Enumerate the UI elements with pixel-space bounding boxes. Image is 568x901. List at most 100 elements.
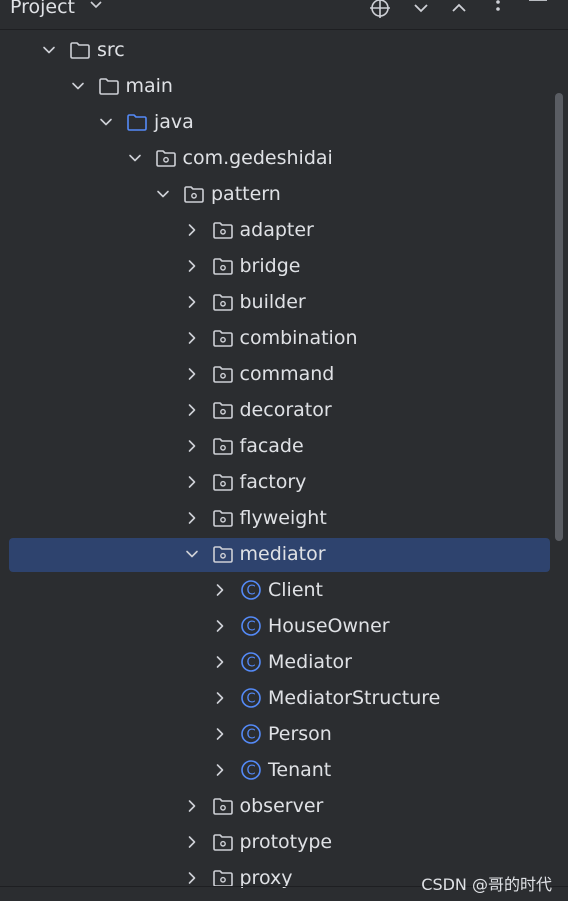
chevron-right-icon[interactable] [184,834,200,850]
tree-node-label: proxy [239,867,293,889]
chevron-right-icon[interactable] [184,222,200,238]
tree-node-client[interactable]: C Client [0,572,568,608]
tree-node-flyweight[interactable]: flyweight [0,500,568,536]
package-icon [212,471,234,493]
tree-node-label: HouseOwner [268,615,390,637]
chevron-right-icon[interactable] [184,438,200,454]
chevron-right-icon[interactable] [184,258,200,274]
tree-node-houseowner[interactable]: C HouseOwner [0,608,568,644]
tree-node-tenant[interactable]: C Tenant [0,752,568,788]
svg-text:C: C [246,620,255,635]
expand-all-icon[interactable] [409,0,433,20]
class-icon: C [240,615,262,637]
tree-node-label: prototype [239,831,333,853]
folder-icon [126,111,148,133]
locate-icon[interactable] [368,0,392,20]
tree-node-label: pattern [211,183,281,205]
package-icon [212,363,234,385]
class-icon: C [240,759,262,781]
chevron-right-icon[interactable] [184,366,200,382]
tree-node-java[interactable]: java [0,104,568,140]
tree-node-observer[interactable]: observer [0,788,568,824]
tree-node-pattern[interactable]: pattern [0,176,568,212]
tree-node-label: command [239,363,335,385]
package-icon [155,147,177,169]
project-panel: Project src main java com.gedeshidai pattern… [0,0,568,901]
chevron-right-icon[interactable] [184,402,200,418]
package-icon [212,219,234,241]
more-icon[interactable] [486,0,510,20]
tree-node-label: adapter [239,219,314,241]
svg-text:C: C [246,656,255,671]
chevron-right-icon[interactable] [212,654,228,670]
svg-text:C: C [246,692,255,707]
tree-node-label: Mediator [268,651,352,673]
tree-node-facade[interactable]: facade [0,428,568,464]
chevron-right-icon[interactable] [212,690,228,706]
chevron-down-icon[interactable] [155,186,171,202]
tree-node-builder[interactable]: builder [0,284,568,320]
tree-node-main[interactable]: main [0,68,568,104]
project-title[interactable]: Project [10,0,75,18]
chevron-right-icon[interactable] [184,330,200,346]
tree-node-com-gedeshidai[interactable]: com.gedeshidai [0,140,568,176]
svg-text:C: C [246,728,255,743]
tree-node-prototype[interactable]: prototype [0,824,568,860]
minimize-icon[interactable] [526,0,550,20]
chevron-down-icon[interactable] [184,546,200,562]
chevron-right-icon[interactable] [212,582,228,598]
chevron-right-icon[interactable] [212,762,228,778]
chevron-right-icon[interactable] [212,618,228,634]
tree-node-label: com.gedeshidai [182,147,333,169]
project-tool-window-header: Project [0,0,568,30]
chevron-down-icon[interactable] [127,150,143,166]
chevron-down-icon[interactable] [98,114,114,130]
tree-node-factory[interactable]: factory [0,464,568,500]
chevron-down-icon[interactable] [41,42,57,58]
tree-node-label: Tenant [268,759,332,781]
svg-text:C: C [246,584,255,599]
package-icon [212,831,234,853]
package-icon [212,327,234,349]
tree-node-bridge[interactable]: bridge [0,248,568,284]
tree-node-combination[interactable]: combination [0,320,568,356]
tree-node-label: combination [239,327,358,349]
tree-node-label: observer [239,795,324,817]
chevron-down-icon[interactable] [88,0,104,16]
chevron-right-icon[interactable] [184,798,200,814]
collapse-all-icon[interactable] [447,0,471,20]
tree-node-label: mediator [239,543,326,565]
chevron-down-icon[interactable] [70,78,86,94]
package-icon [212,255,234,277]
tree-node-mediatorstructure[interactable]: C MediatorStructure [0,680,568,716]
vertical-scrollbar[interactable] [555,93,563,541]
folder-icon [98,75,120,97]
tree-node-label: java [154,111,194,133]
chevron-right-icon[interactable] [184,510,200,526]
folder-icon [69,39,91,61]
tree-node-command[interactable]: command [0,356,568,392]
package-icon [212,507,234,529]
tree-node-label: Person [268,723,332,745]
tree-node-label: src [97,39,125,61]
tree-node-label: builder [239,291,306,313]
tree-node-label: factory [239,471,307,493]
package-icon [212,543,234,565]
tree-node-adapter[interactable]: adapter [0,212,568,248]
tree-node-src[interactable]: src [0,32,568,68]
package-icon [212,795,234,817]
chevron-right-icon[interactable] [212,726,228,742]
chevron-right-icon[interactable] [184,294,200,310]
tree-node-label: Client [268,579,324,601]
tree-node-mediator[interactable]: C Mediator [0,644,568,680]
class-icon: C [240,651,262,673]
chevron-right-icon[interactable] [184,870,200,886]
project-tree[interactable]: src main java com.gedeshidai pattern adapter b… [0,32,568,896]
tree-node-label: MediatorStructure [268,687,441,709]
tree-node-label: main [125,75,173,97]
chevron-right-icon[interactable] [184,474,200,490]
tree-node-decorator[interactable]: decorator [0,392,568,428]
tree-node-person[interactable]: C Person [0,716,568,752]
tree-node-label: facade [239,435,304,457]
tree-node-mediator[interactable]: mediator [0,536,568,572]
